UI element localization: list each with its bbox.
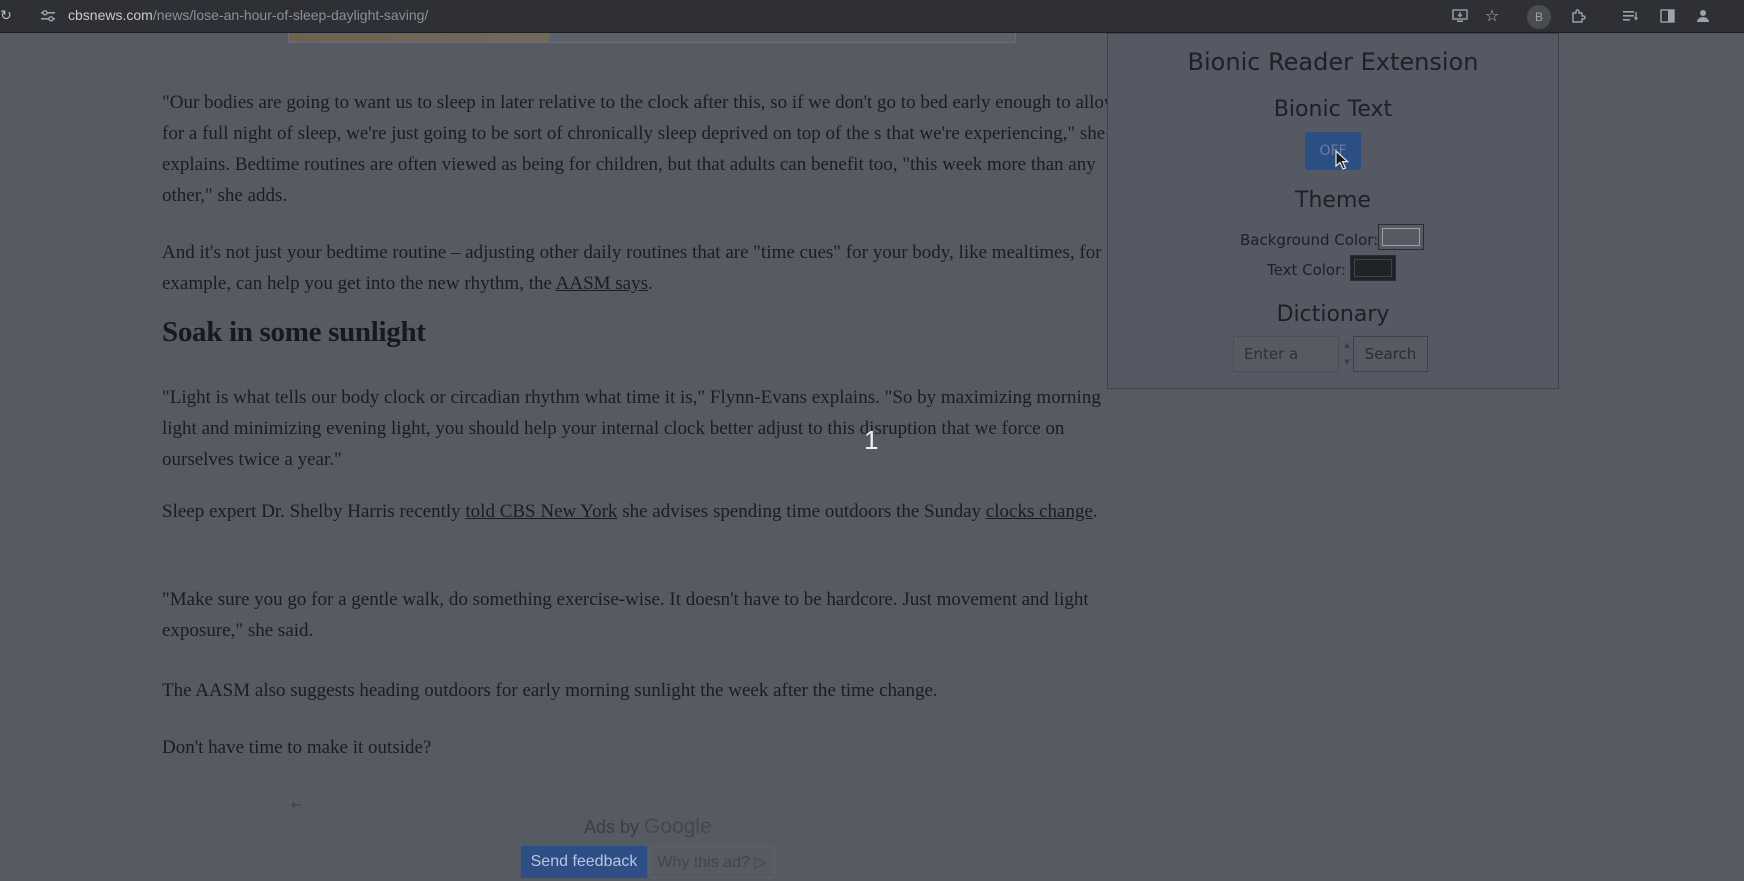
article-paragraph-5: "Make sure you go for a gentle walk, do …: [162, 589, 1089, 641]
mouse-cursor-icon: [1335, 150, 1349, 170]
aasm-says-link[interactable]: AASM says: [556, 273, 648, 294]
background-color-label: Background Color:: [1240, 231, 1379, 249]
article-paragraph-7: Don't have time to make it outside?: [162, 737, 432, 758]
ads-by-google-label: Ads by Google: [584, 815, 712, 839]
ad-back-arrow-icon[interactable]: ←: [291, 798, 302, 813]
article-paragraph-1: "Our bodies are going to want us to slee…: [162, 92, 1118, 206]
profile-icon[interactable]: [1693, 6, 1713, 26]
side-panel-icon-svg: [1659, 9, 1675, 23]
popup-title: Bionic Reader Extension: [1187, 48, 1479, 76]
article-paragraph-6: The AASM also suggests heading outdoors …: [162, 680, 938, 701]
person-icon-svg: [1697, 10, 1709, 22]
extensions-puzzle-icon[interactable]: [1569, 6, 1589, 26]
url-path: /news/lose-an-hour-of-sleep-daylight-sav…: [152, 7, 429, 23]
told-cbs-new-york-link[interactable]: told CBS New York: [465, 501, 617, 522]
puzzle-icon-svg: [1572, 9, 1586, 23]
url-host: cbsnews.com: [68, 7, 153, 23]
page-counter: 1: [864, 425, 879, 455]
bookmark-star-icon[interactable]: ☆: [1482, 6, 1502, 26]
dictionary-search-input[interactable]: [1233, 336, 1339, 372]
paragraph-4-end: .: [1092, 501, 1098, 522]
dictionary-search-button[interactable]: Search: [1353, 336, 1428, 372]
browser-toolbar: ↻ cbsnews.com/news/lose-an-hour-of-sleep…: [0, 0, 1744, 33]
install-app-icon[interactable]: [1450, 6, 1470, 26]
side-panel-icon[interactable]: [1657, 6, 1677, 26]
dictionary-title: Dictionary: [1276, 302, 1390, 327]
ads-by-text: Ads by: [584, 817, 645, 837]
reading-list-icon[interactable]: [1621, 6, 1641, 26]
article-paragraph-3: "Light is what tells our body clock or c…: [162, 387, 1101, 470]
text-color-label: Text Color:: [1267, 261, 1347, 279]
input-spinner-icon[interactable]: ▲ ▼: [1343, 337, 1351, 371]
article-image-bottom-edge: [288, 33, 1016, 43]
bionic-reader-popup: Bionic Reader Extension Bionic Text OFF …: [1107, 33, 1559, 389]
google-text: Google: [644, 815, 712, 838]
monitor-download-icon-svg: [1452, 9, 1468, 22]
send-feedback-button[interactable]: Send feedback: [521, 846, 647, 878]
bionic-toggle-button[interactable]: OFF: [1305, 132, 1361, 170]
list-icon-svg: [1623, 11, 1639, 21]
why-this-ad-button[interactable]: Why this ad? ▷: [649, 846, 775, 878]
clocks-change-link[interactable]: clocks change: [986, 501, 1093, 522]
tune-icon-svg: [41, 10, 55, 22]
theme-title: Theme: [1295, 188, 1371, 213]
ad-container: ← Ads by Google Send feedback Why this a…: [291, 798, 991, 881]
article-paragraph-4: Sleep expert Dr. Shelby Harris recently …: [162, 496, 1122, 527]
bionic-text-title: Bionic Text: [1273, 97, 1393, 122]
background-color-picker[interactable]: [1378, 224, 1424, 250]
paragraph-2-end: .: [648, 273, 653, 294]
text-color-picker[interactable]: [1350, 255, 1396, 281]
article-paragraph-2: And it's not just your bedtime routine –…: [162, 237, 1122, 299]
site-settings-icon[interactable]: [38, 6, 58, 26]
paragraph-4-text-2: she advises spending time outdoors the S…: [617, 501, 986, 522]
paragraph-4-text-1: Sleep expert Dr. Shelby Harris recently: [162, 501, 466, 522]
reload-icon[interactable]: ↻: [0, 6, 16, 26]
address-bar[interactable]: cbsnews.com/news/lose-an-hour-of-sleep-d…: [68, 7, 428, 23]
section-heading: Soak in some sunlight: [162, 316, 426, 348]
bionic-extension-icon[interactable]: B: [1527, 5, 1551, 29]
